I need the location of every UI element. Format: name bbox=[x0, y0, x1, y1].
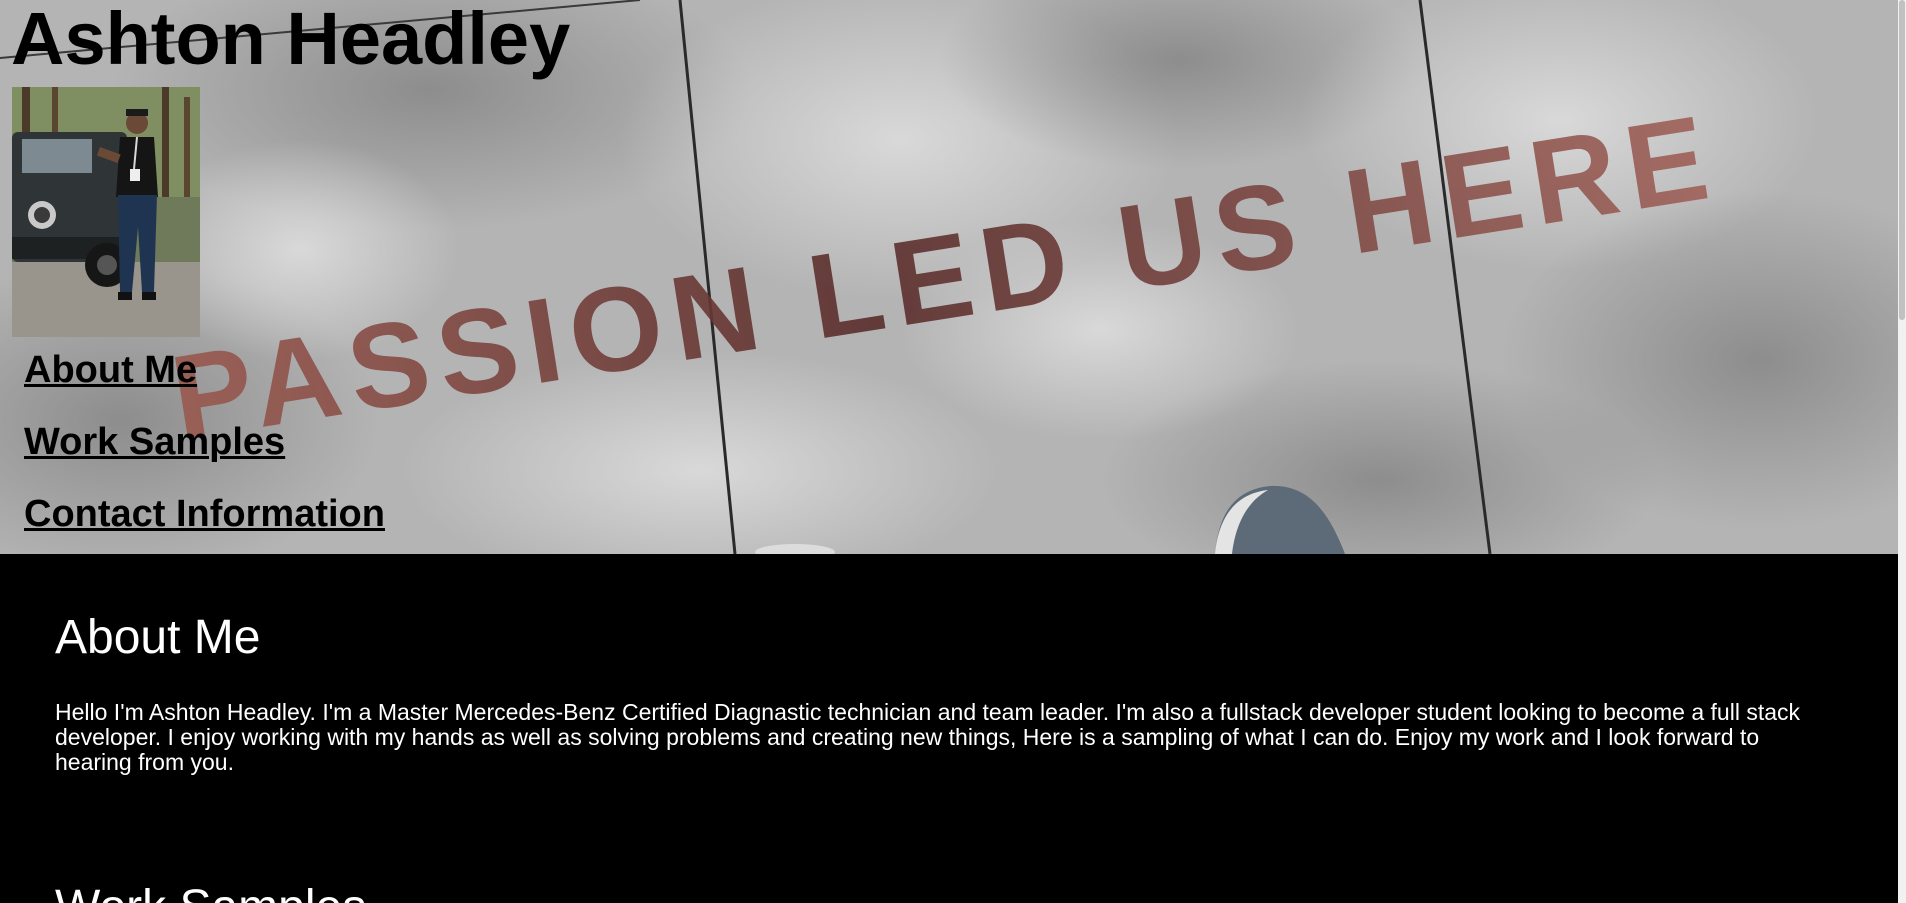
scrollbar-thumb[interactable] bbox=[1899, 0, 1905, 320]
nav-link-about-me[interactable]: About Me bbox=[24, 348, 385, 392]
about-heading: About Me bbox=[55, 611, 261, 664]
main-content: About Me Hello I'm Ashton Headley. I'm a… bbox=[0, 556, 1898, 903]
about-paragraph: Hello I'm Ashton Headley. I'm a Master M… bbox=[55, 699, 1801, 775]
nav-link-work-samples[interactable]: Work Samples bbox=[24, 420, 385, 464]
profile-photo bbox=[12, 87, 200, 337]
hero-header: PASSION LED US HERE Ashton Headley About… bbox=[0, 0, 1898, 554]
site-title: Ashton Headley bbox=[11, 0, 571, 80]
nav-link-contact-information[interactable]: Contact Information bbox=[24, 492, 385, 536]
page-scrollbar[interactable] bbox=[1898, 0, 1906, 903]
main-nav: About Me Work Samples Contact Informatio… bbox=[24, 348, 385, 554]
work-samples-heading: Work Samples bbox=[55, 880, 366, 903]
portfolio-page: PASSION LED US HERE Ashton Headley About… bbox=[0, 0, 1906, 903]
